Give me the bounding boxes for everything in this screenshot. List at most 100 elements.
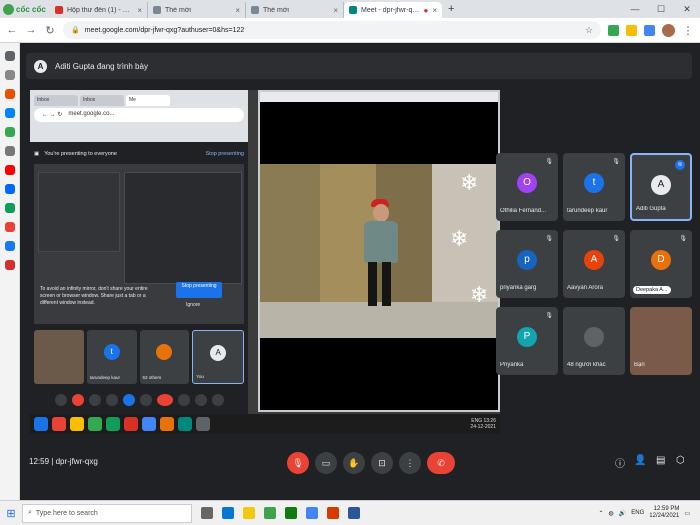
close-tab-icon[interactable]: × [235,6,240,15]
profile-avatar[interactable] [662,23,675,37]
participant-tile[interactable]: 🎙 p priyanka garg [496,230,558,298]
word-icon[interactable] [348,507,360,519]
tray-lang[interactable]: ENG [631,510,644,516]
participant-tile-active-speaker[interactable]: ≋ A Aditi Gupta [630,153,692,221]
back-icon[interactable]: ← [6,24,18,36]
participant-name: Deepaka A... [633,286,671,294]
shared-tab-strip: Inbox Inbox Me [30,90,248,106]
speaking-indicator-icon: ≋ [675,160,685,170]
app-icon [70,417,84,431]
clock-time: 12:59 [29,457,50,466]
presenter-avatar: A [34,59,47,73]
lock-icon: 🔒 [71,27,80,34]
floor [260,302,498,338]
info-icon[interactable]: ⓘ [615,455,625,470]
activities-icon[interactable]: ⬡ [676,455,685,466]
child-leg [368,262,377,306]
camera-button[interactable]: ▭ [315,452,337,474]
shared-tile: A You [192,330,244,384]
edge-icon[interactable] [222,507,234,519]
app-icon[interactable] [4,222,15,232]
window-controls: — ☐ ✕ [622,0,700,18]
video-window-titlebar [260,92,498,102]
maximize-icon[interactable]: ☐ [648,0,674,18]
mic-off-button[interactable]: 🎙 [287,452,309,474]
powerpoint-icon[interactable] [327,507,339,519]
more-options-button[interactable]: ⋮ [399,452,421,474]
game-icon[interactable] [4,127,15,137]
participant-avatar: P [517,327,537,347]
volume-icon[interactable]: 🔊 [619,510,626,517]
extension-icon[interactable] [626,24,637,36]
minimize-icon[interactable]: — [622,0,648,18]
participant-tile[interactable]: 🎙 O Othilia Fernand... [496,153,558,221]
start-icon [34,417,48,431]
close-tab-icon[interactable]: × [432,6,437,15]
shared-controls [34,392,244,408]
coccoc-icon[interactable] [264,507,276,519]
browser-tab-1[interactable]: Hộp thư đến (1) - binh2005 × [50,2,148,18]
participant-tile[interactable]: 🎙 P Priyanka [496,307,558,375]
app-icon [160,417,174,431]
menu-icon[interactable]: ⋮ [682,24,694,37]
self-video-tile[interactable]: Bạn [630,307,692,375]
present-button[interactable]: ⊡ [371,452,393,474]
participant-tile[interactable]: 🎙 A Aavyan Arora [563,230,625,298]
youtube-icon[interactable] [4,165,15,175]
browser-tab-meet[interactable]: Meet - dpr-jfwr-qxg ● × [344,2,442,18]
reload-icon[interactable]: ↻ [44,24,56,37]
address-bar[interactable]: 🔒 meet.google.com/dpr-jfwr-qxg?authuser=… [63,21,601,39]
shared-end-call-icon [156,394,173,406]
browser-brand-label: cốc cốc [16,4,46,14]
shared-tile-name: 53 others [142,375,162,380]
raise-hand-button[interactable]: ✋ [343,452,365,474]
shared-control-icon [54,394,67,406]
participant-tile[interactable]: 🎙 D Deepaka A... [630,230,692,298]
app-icon[interactable] [4,203,15,213]
tray-clock[interactable]: 12:59 PM 12/24/2021 [649,506,679,520]
close-window-icon[interactable]: ✕ [674,0,700,18]
recording-dot-icon: ● [423,5,429,15]
app-icon[interactable] [4,260,15,270]
infinity-mirror: To avoid an infinity mirror, don't share… [34,164,244,324]
close-tab-icon[interactable]: × [333,6,338,15]
explorer-icon[interactable] [243,507,255,519]
notification-icon[interactable]: ▭ [684,510,690,517]
facebook-icon[interactable] [4,241,15,251]
shop-icon[interactable] [4,89,15,99]
child-head [373,204,389,222]
add-icon[interactable] [4,146,15,156]
taskbar-search[interactable]: ⌕ Type here to search [22,503,192,523]
others-tile[interactable]: 48 người khác [563,307,625,375]
forward-icon[interactable]: → [25,24,37,36]
chat-icon[interactable]: ▤ [656,455,665,466]
end-call-button[interactable]: ✆ [427,452,455,474]
people-icon[interactable]: 👤 [634,455,646,466]
participant-tile[interactable]: 🎙 t tarundeep kaur [563,153,625,221]
tray-chevron-icon[interactable]: ⌃ [599,510,604,517]
meeting-code: dpr-jfwr-qxg [55,457,98,466]
new-tab-button[interactable]: + [442,2,460,18]
excel-icon[interactable] [285,507,297,519]
browser-brand[interactable]: cốc cốc [0,0,50,18]
chrome-icon[interactable] [306,507,318,519]
network-icon[interactable]: ◍ [609,510,614,517]
extension-icon[interactable] [644,24,655,36]
messenger-icon[interactable] [4,108,15,118]
extension-icon[interactable] [608,24,619,36]
video-frame: ❄ ❄ ❄ [260,164,498,338]
mirror-warning: To avoid an infinity mirror, don't share… [40,286,148,306]
bookmark-star-icon[interactable]: ☆ [585,25,593,36]
clock-icon[interactable] [4,70,15,80]
child-body [364,221,398,263]
gmail-icon [55,6,63,14]
settings-icon[interactable] [4,51,15,61]
windows-start-icon[interactable]: ⊞ [0,507,22,520]
browser-tab-3[interactable]: Thẻ mới × [246,2,344,18]
zalo-icon[interactable] [4,184,15,194]
close-tab-icon[interactable]: × [137,6,142,15]
task-view-icon[interactable] [201,507,213,519]
app-icon [88,417,102,431]
shared-control-icon [105,394,118,406]
browser-tab-2[interactable]: Thẻ mới × [148,2,246,18]
